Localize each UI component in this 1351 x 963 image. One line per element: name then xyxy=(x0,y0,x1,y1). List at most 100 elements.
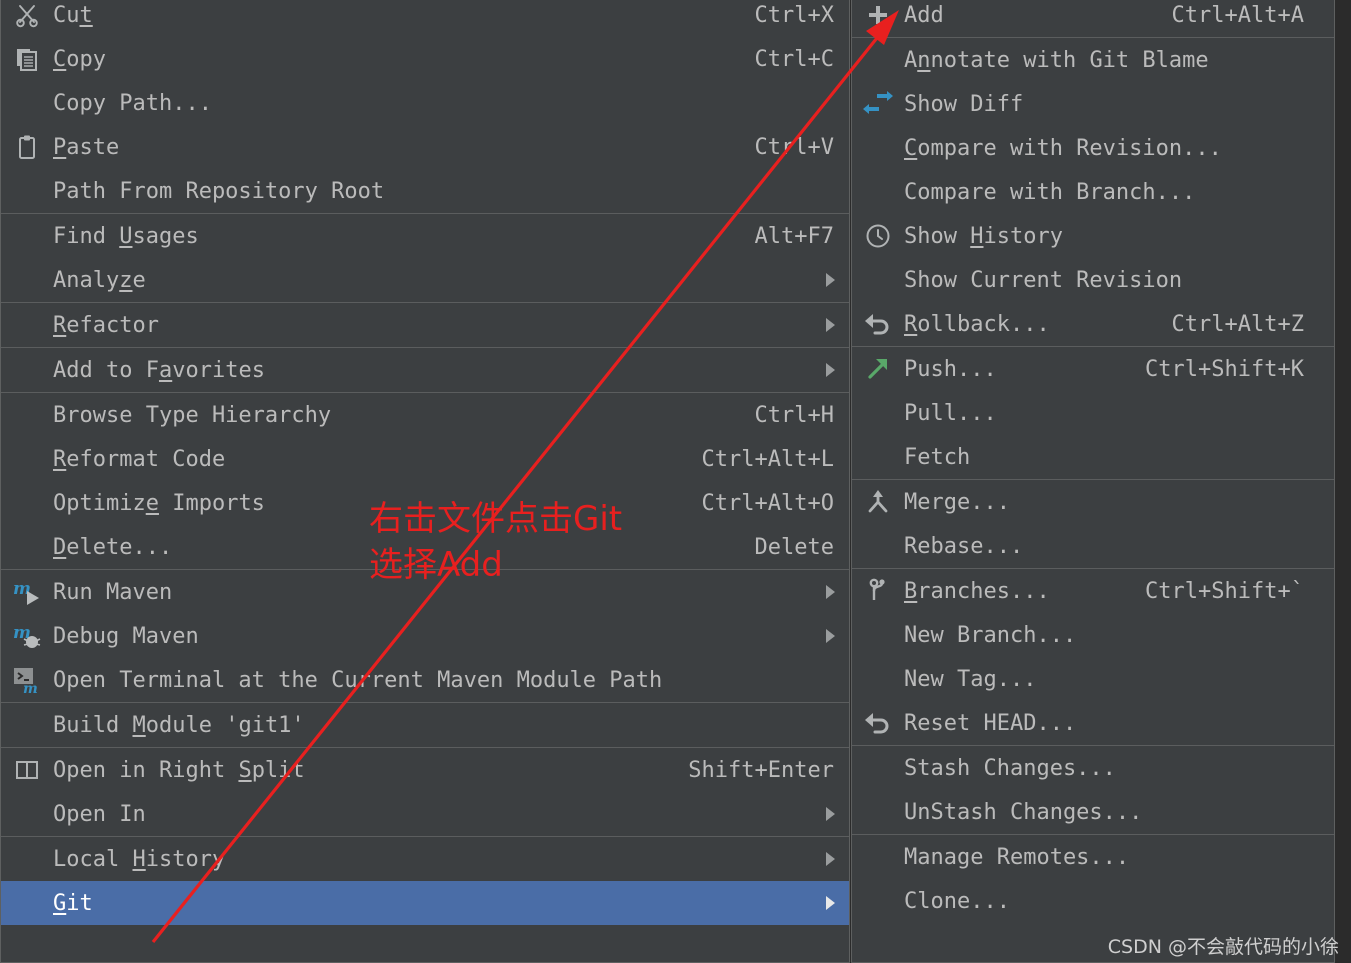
menu-item-label: Push... xyxy=(904,356,997,382)
menu-item-label: Reformat Code xyxy=(53,446,226,472)
menu-item-optimize-imports[interactable]: Optimize Imports Ctrl+Alt+O xyxy=(1,481,849,525)
menu-item-new-tag[interactable]: New Tag... xyxy=(852,657,1334,701)
menu-item-compare-with-branch[interactable]: Compare with Branch... xyxy=(852,170,1334,214)
menu-item-open-in-right-split[interactable]: Open in Right Split Shift+Enter xyxy=(1,748,849,792)
menu-item-label: Browse Type Hierarchy xyxy=(53,402,332,428)
menu-item-cut[interactable]: Cut Ctrl+X xyxy=(1,0,849,37)
menu-item-stash-changes[interactable]: Stash Changes... xyxy=(852,746,1334,790)
menu-item-copy-path[interactable]: Copy Path... xyxy=(1,81,849,125)
push-icon xyxy=(852,347,904,391)
icon-placeholder xyxy=(1,214,53,258)
git-submenu[interactable]: Add Ctrl+Alt+A Annotate with Git Blame Show… xyxy=(851,0,1335,963)
icon-placeholder xyxy=(852,126,904,170)
menu-item-add-to-favorites[interactable]: Add to Favorites xyxy=(1,348,849,392)
menu-item-unstash-changes[interactable]: UnStash Changes... xyxy=(852,790,1334,834)
icon-placeholder xyxy=(1,437,53,481)
icon-placeholder xyxy=(1,348,53,392)
menu-item-label: Optimize Imports xyxy=(53,490,265,516)
menu-item-label: Git xyxy=(53,890,93,916)
icon-placeholder xyxy=(852,38,904,82)
menu-item-build-module-git1[interactable]: Build Module 'git1' xyxy=(1,703,849,747)
menu-item-label: Local History xyxy=(53,846,226,872)
menu-item-debug-maven[interactable]: m Debug Maven xyxy=(1,614,849,658)
submenu-arrow-icon xyxy=(826,273,835,287)
menu-item-shortcut: Ctrl+C xyxy=(754,46,834,72)
menu-item-browse-type-hierarchy[interactable]: Browse Type Hierarchy Ctrl+H xyxy=(1,393,849,437)
icon-placeholder xyxy=(852,835,904,879)
menu-group: Refactor xyxy=(1,302,849,347)
file-context-menu[interactable]: Cut Ctrl+X Copy Ctrl+C Copy Path... Paste Ctrl… xyxy=(0,0,850,963)
menu-item-delete[interactable]: Delete... Delete xyxy=(1,525,849,569)
icon-placeholder xyxy=(1,481,53,525)
menu-item-shortcut: Ctrl+Alt+A xyxy=(1171,2,1304,28)
menu-item-push[interactable]: Push... Ctrl+Shift+K xyxy=(852,347,1334,391)
menu-item-manage-remotes[interactable]: Manage Remotes... xyxy=(852,835,1334,879)
menu-item-annotate-with-git-blame[interactable]: Annotate with Git Blame xyxy=(852,38,1334,82)
branch-icon xyxy=(852,569,904,613)
icon-placeholder xyxy=(852,435,904,479)
menu-item-local-history[interactable]: Local History xyxy=(1,837,849,881)
menu-item-pull[interactable]: Pull... xyxy=(852,391,1334,435)
menu-item-shortcut: Delete xyxy=(754,534,834,560)
menu-item-shortcut: Ctrl+V xyxy=(754,134,834,160)
reset-head-icon xyxy=(852,701,904,745)
menu-item-run-maven[interactable]: m Run Maven xyxy=(1,570,849,614)
menu-item-reset-head[interactable]: Reset HEAD... xyxy=(852,701,1334,745)
menu-item-paste[interactable]: Paste Ctrl+V xyxy=(1,125,849,169)
menu-group: Build Module 'git1' xyxy=(1,702,849,747)
menu-item-rebase[interactable]: Rebase... xyxy=(852,524,1334,568)
menu-item-label: Find Usages xyxy=(53,223,199,249)
menu-item-compare-with-revision[interactable]: Compare with Revision... xyxy=(852,126,1334,170)
icon-placeholder xyxy=(852,391,904,435)
menu-item-path-from-repository-root[interactable]: Path From Repository Root xyxy=(1,169,849,213)
menu-item-label: Branches... xyxy=(904,578,1050,604)
menu-item-copy[interactable]: Copy Ctrl+C xyxy=(1,37,849,81)
menu-item-git[interactable]: Git xyxy=(1,881,849,925)
menu-item-label: Cut xyxy=(53,2,93,28)
menu-item-label: New Branch... xyxy=(904,622,1077,648)
icon-placeholder xyxy=(1,881,53,925)
copy-icon xyxy=(1,37,53,81)
menu-item-branches[interactable]: Branches... Ctrl+Shift+` xyxy=(852,569,1334,613)
menu-item-refactor[interactable]: Refactor xyxy=(1,303,849,347)
menu-item-show-current-revision[interactable]: Show Current Revision xyxy=(852,258,1334,302)
menu-item-label: Paste xyxy=(53,134,120,160)
menu-item-label: Rebase... xyxy=(904,533,1024,559)
menu-item-show-history[interactable]: Show History xyxy=(852,214,1334,258)
merge-icon xyxy=(852,480,904,524)
icon-placeholder xyxy=(852,524,904,568)
menu-item-label: Path From Repository Root xyxy=(53,178,385,204)
menu-group: Add to Favorites xyxy=(1,347,849,392)
menu-item-label: Compare with Revision... xyxy=(904,135,1222,161)
menu-item-add[interactable]: Add Ctrl+Alt+A xyxy=(852,0,1334,37)
icon-placeholder xyxy=(1,81,53,125)
menu-item-label: Manage Remotes... xyxy=(904,844,1130,870)
menu-item-open-terminal-at-the-current-maven-module-path[interactable]: m Open Terminal at the Current Maven Modu… xyxy=(1,658,849,702)
menu-group: Browse Type Hierarchy Ctrl+H Reformat Code… xyxy=(1,392,849,569)
menu-item-label: New Tag... xyxy=(904,666,1037,692)
maven-terminal-icon: m xyxy=(1,658,53,702)
clock-icon xyxy=(852,214,904,258)
menu-item-label: Run Maven xyxy=(53,579,173,605)
split-pane-icon xyxy=(1,748,53,792)
submenu-arrow-icon xyxy=(826,629,835,643)
menu-item-label: Show History xyxy=(904,223,1063,249)
menu-item-find-usages[interactable]: Find Usages Alt+F7 xyxy=(1,214,849,258)
menu-item-open-in[interactable]: Open In xyxy=(1,792,849,836)
menu-item-rollback[interactable]: Rollback... Ctrl+Alt+Z xyxy=(852,302,1334,346)
menu-group: Merge... Rebase... xyxy=(852,479,1334,568)
icon-placeholder xyxy=(1,258,53,302)
icon-placeholder xyxy=(1,393,53,437)
menu-item-show-diff[interactable]: Show Diff xyxy=(852,82,1334,126)
menu-group: Branches... Ctrl+Shift+` New Branch... New … xyxy=(852,568,1334,745)
menu-item-merge[interactable]: Merge... xyxy=(852,480,1334,524)
menu-item-analyze[interactable]: Analyze xyxy=(1,258,849,302)
menu-item-reformat-code[interactable]: Reformat Code Ctrl+Alt+L xyxy=(1,437,849,481)
menu-item-fetch[interactable]: Fetch xyxy=(852,435,1334,479)
menu-item-clone[interactable]: Clone... xyxy=(852,879,1334,923)
menu-item-new-branch[interactable]: New Branch... xyxy=(852,613,1334,657)
menu-item-shortcut: Shift+Enter xyxy=(688,757,834,783)
scissors-icon xyxy=(1,0,53,37)
icon-placeholder xyxy=(1,837,53,881)
menu-item-label: Refactor xyxy=(53,312,159,338)
